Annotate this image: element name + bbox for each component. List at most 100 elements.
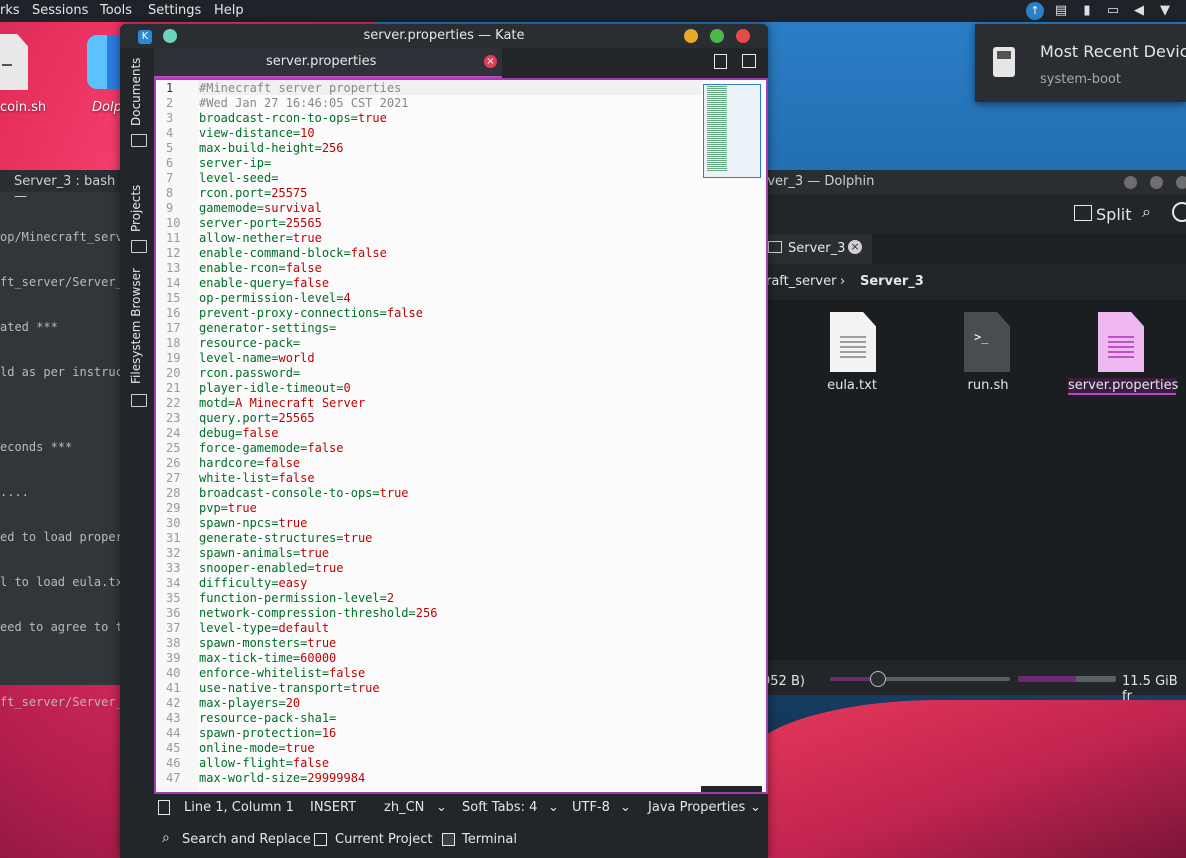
file-label-server-properties[interactable]: server.properties bbox=[1068, 378, 1178, 395]
code-line[interactable]: #Minecraft server properties bbox=[199, 81, 401, 95]
file-view[interactable]: eula.txt >_ run.sh server.properties bbox=[762, 300, 1186, 660]
desktop-file-icon[interactable] bbox=[0, 34, 28, 90]
sidebar-tab-filesystem-browser[interactable]: Filesystem Browser bbox=[129, 268, 143, 384]
code-line[interactable]: enable-command-block=false bbox=[199, 246, 387, 260]
menu-item-sessions[interactable]: Sessions bbox=[32, 3, 88, 18]
input-mode[interactable]: INSERT bbox=[310, 800, 356, 815]
new-document-icon[interactable] bbox=[714, 54, 727, 69]
minimap[interactable] bbox=[701, 80, 762, 792]
current-project-button[interactable]: Current Project bbox=[335, 832, 432, 847]
search-replace-button[interactable]: Search and Replace bbox=[182, 832, 311, 847]
text-file-icon[interactable] bbox=[830, 312, 876, 372]
code-line[interactable]: motd=A Minecraft Server bbox=[199, 396, 365, 410]
kate-window[interactable]: K server.properties — Kate Documents Pro… bbox=[120, 24, 768, 858]
editor-view[interactable]: 1 2 3 4 5 6 7 8 9 10 11 12 13 14 15 16 17 18 19 20 21 22 23 24 2… bbox=[154, 78, 768, 794]
code-line[interactable]: resource-pack-sha1= bbox=[199, 711, 336, 725]
code-line[interactable]: query.port=25565 bbox=[199, 411, 315, 425]
code-line[interactable]: debug=false bbox=[199, 426, 278, 440]
sidebar-tab-documents[interactable]: Documents bbox=[129, 58, 143, 126]
dolphin-window[interactable]: rver_3 — Dolphin Split ⌕ Server_3 × raft… bbox=[762, 170, 1186, 704]
terminal-output[interactable]: op/Minecraft_serve ft_server/Server_3 at… bbox=[0, 200, 130, 740]
code-line[interactable]: online-mode=true bbox=[199, 741, 315, 755]
menu-item-bookmarks[interactable]: rks bbox=[0, 3, 20, 18]
code-line[interactable]: broadcast-console-to-ops=true bbox=[199, 486, 409, 500]
code-line[interactable]: spawn-animals=true bbox=[199, 546, 329, 560]
code-line[interactable]: generator-settings= bbox=[199, 321, 336, 335]
code-line[interactable]: spawn-npcs=true bbox=[199, 516, 307, 530]
code-line[interactable]: view-distance=10 bbox=[199, 126, 315, 140]
close-button[interactable] bbox=[1176, 176, 1186, 189]
code-line[interactable]: allow-nether=true bbox=[199, 231, 322, 245]
volume-muted-icon[interactable]: ◀ bbox=[1130, 2, 1148, 20]
code-line[interactable]: allow-flight=false bbox=[199, 756, 329, 770]
code-line[interactable]: enforce-whitelist=false bbox=[199, 666, 365, 680]
code-line[interactable]: hardcore=false bbox=[199, 456, 300, 470]
menu-item-settings[interactable]: Settings bbox=[148, 3, 201, 18]
usb-device-icon[interactable]: ▮ bbox=[1078, 2, 1096, 20]
split-view-icon[interactable] bbox=[742, 54, 756, 68]
dictionary-select[interactable]: zh_CN bbox=[384, 800, 424, 815]
close-tab-icon[interactable]: × bbox=[484, 55, 497, 68]
code-line[interactable]: pvp=true bbox=[199, 501, 257, 515]
code-line[interactable]: max-world-size=29999984 bbox=[199, 771, 365, 785]
code-line[interactable]: white-list=false bbox=[199, 471, 315, 485]
tray-expand-icon[interactable]: ▼ bbox=[1156, 2, 1174, 20]
maximize-button[interactable] bbox=[710, 29, 724, 43]
documents-icon[interactable] bbox=[131, 134, 147, 147]
file-label-run[interactable]: run.sh bbox=[958, 378, 1018, 393]
minimize-button[interactable] bbox=[684, 29, 698, 43]
code-line[interactable]: max-build-height=256 bbox=[199, 141, 344, 155]
kate-titlebar[interactable]: K server.properties — Kate bbox=[120, 24, 768, 48]
indentation-select[interactable]: Soft Tabs: 4 bbox=[462, 800, 537, 815]
tab-server-properties[interactable]: server.properties × bbox=[154, 48, 502, 78]
encoding-select[interactable]: UTF-8 bbox=[572, 800, 610, 815]
minimize-button[interactable] bbox=[1124, 176, 1137, 189]
code-line[interactable]: use-native-transport=true bbox=[199, 681, 380, 695]
display-icon[interactable]: ▭ bbox=[1104, 2, 1122, 20]
code-line[interactable]: #Wed Jan 27 16:46:05 CST 2021 bbox=[199, 96, 409, 110]
maximize-button[interactable] bbox=[1150, 176, 1163, 189]
code-line[interactable]: prevent-proxy-connections=false bbox=[199, 306, 423, 320]
code-line[interactable]: rcon.password= bbox=[199, 366, 300, 380]
filesystem-icon[interactable] bbox=[131, 394, 147, 407]
terminal-button[interactable]: Terminal bbox=[462, 832, 517, 847]
projects-icon[interactable] bbox=[131, 240, 147, 253]
zoom-slider-handle[interactable] bbox=[870, 671, 886, 687]
code-line[interactable]: resource-pack= bbox=[199, 336, 300, 350]
code-line[interactable]: spawn-protection=16 bbox=[199, 726, 336, 740]
zoom-slider[interactable] bbox=[830, 671, 1010, 687]
minimap-scrollbar[interactable] bbox=[701, 786, 762, 792]
pin-button[interactable] bbox=[163, 29, 177, 43]
code-line[interactable]: rcon.port=25575 bbox=[199, 186, 307, 200]
device-notification[interactable]: Most Recent Device system-boot bbox=[975, 24, 1186, 102]
clipboard-icon[interactable]: ▤ bbox=[1052, 2, 1070, 20]
code-line[interactable]: op-permission-level=4 bbox=[199, 291, 351, 305]
code-line[interactable]: level-type=default bbox=[199, 621, 329, 635]
code-line[interactable]: generate-structures=true bbox=[199, 531, 372, 545]
properties-file-icon[interactable] bbox=[1098, 312, 1144, 372]
konsole-titlebar[interactable]: Server_3 : bash — bbox=[0, 170, 124, 204]
tab-server-3[interactable]: Server_3 × bbox=[762, 234, 872, 264]
code-line[interactable]: enable-query=false bbox=[199, 276, 329, 290]
code-line[interactable]: difficulty=easy bbox=[199, 576, 307, 590]
search-icon[interactable]: ⌕ bbox=[1142, 202, 1151, 222]
close-button[interactable] bbox=[736, 29, 750, 43]
code-line[interactable]: snooper-enabled=true bbox=[199, 561, 344, 575]
dolphin-titlebar[interactable]: rver_3 — Dolphin bbox=[762, 170, 1186, 194]
code-line[interactable]: server-ip= bbox=[199, 156, 271, 170]
code-line[interactable]: spawn-monsters=true bbox=[199, 636, 336, 650]
code-line[interactable]: level-seed= bbox=[199, 171, 278, 185]
menu-item-help[interactable]: Help bbox=[214, 3, 244, 18]
update-icon[interactable]: ↑ bbox=[1026, 2, 1044, 20]
code-line[interactable]: gamemode=survival bbox=[199, 201, 322, 215]
script-file-icon[interactable]: >_ bbox=[964, 312, 1010, 372]
menu-item-tools[interactable]: Tools bbox=[100, 3, 132, 18]
sidebar-tab-projects[interactable]: Projects bbox=[129, 185, 143, 232]
kate-app-icon[interactable]: K bbox=[138, 30, 152, 44]
code-area[interactable]: #Minecraft server properties #Wed Jan 27 … bbox=[199, 80, 699, 792]
breadcrumb-current[interactable]: Server_3 bbox=[860, 274, 924, 289]
code-line[interactable]: network-compression-threshold=256 bbox=[199, 606, 437, 620]
code-line[interactable]: function-permission-level=2 bbox=[199, 591, 394, 605]
code-line[interactable]: server-port=25565 bbox=[199, 216, 322, 230]
code-line[interactable]: force-gamemode=false bbox=[199, 441, 344, 455]
